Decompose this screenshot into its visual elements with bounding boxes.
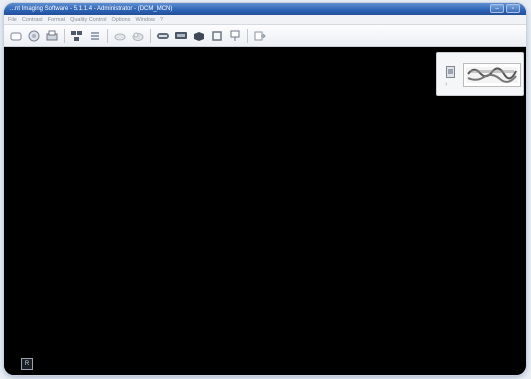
layout-icon[interactable] xyxy=(69,28,85,44)
open-icon[interactable] xyxy=(26,28,42,44)
menu-format[interactable]: Format xyxy=(48,15,65,24)
cloud-icon[interactable] xyxy=(112,28,128,44)
toolbar-separator xyxy=(247,28,248,43)
frame-icon[interactable] xyxy=(209,28,225,44)
menu-contrast[interactable]: Contrast xyxy=(22,15,43,24)
toolbar-separator xyxy=(64,28,65,43)
network-icon[interactable] xyxy=(130,28,146,44)
thumbnail-panel[interactable]: 1 xyxy=(436,52,524,96)
menu-window[interactable]: Window xyxy=(135,15,155,24)
stack-icon[interactable] xyxy=(87,28,103,44)
window-controls: – ▫ xyxy=(490,4,520,14)
menu-options[interactable]: Options xyxy=(111,15,130,24)
maximize-button[interactable]: ▫ xyxy=(506,4,520,13)
monitor-icon[interactable] xyxy=(173,28,189,44)
toolbar-separator xyxy=(150,28,151,43)
new-icon[interactable] xyxy=(8,28,24,44)
status-corner-icon[interactable]: R xyxy=(21,358,33,370)
app-window: ...nt Imaging Software - 5.1.1.4 - Admin… xyxy=(4,3,526,375)
menu-help[interactable]: ? xyxy=(160,15,163,24)
window-title: ...nt Imaging Software - 5.1.1.4 - Admin… xyxy=(10,6,173,12)
image-workspace[interactable] xyxy=(4,47,526,375)
toolbar xyxy=(4,25,526,47)
minimize-button[interactable]: – xyxy=(490,4,504,13)
toolbar-separator xyxy=(107,28,108,43)
print-icon[interactable] xyxy=(44,28,60,44)
scan-icon[interactable] xyxy=(155,28,171,44)
document-icon xyxy=(446,66,455,78)
exit-icon[interactable] xyxy=(252,28,268,44)
menu-quality-control[interactable]: Quality Control xyxy=(70,15,106,24)
title-bar[interactable]: ...nt Imaging Software - 5.1.1.4 - Admin… xyxy=(4,3,526,15)
presentation-icon[interactable] xyxy=(227,28,243,44)
image-thumbnail[interactable] xyxy=(463,63,521,87)
thumbnail-caption: 1 xyxy=(445,81,448,86)
menu-file[interactable]: File xyxy=(8,15,17,24)
camera-icon[interactable] xyxy=(191,28,207,44)
menu-bar: File Contrast Format Quality Control Opt… xyxy=(4,15,526,25)
